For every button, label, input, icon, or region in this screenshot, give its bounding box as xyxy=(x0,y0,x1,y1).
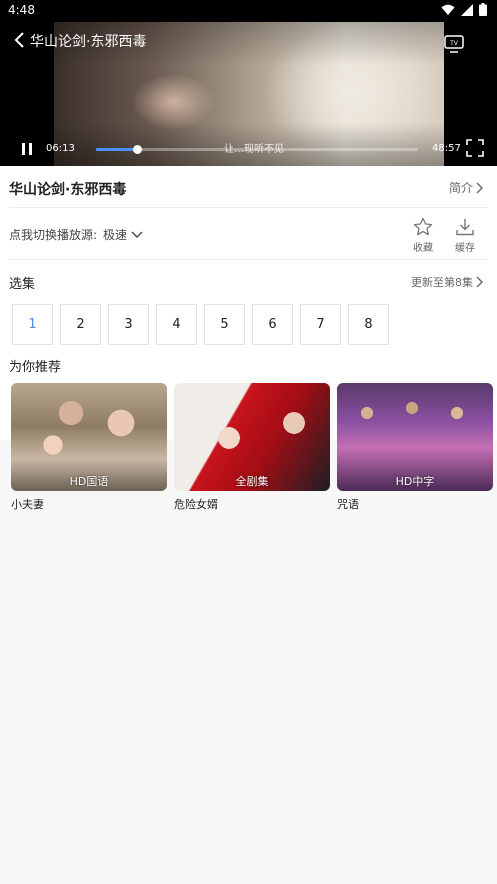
episode-button[interactable]: 6 xyxy=(252,304,293,345)
episode-button[interactable]: 2 xyxy=(60,304,101,345)
signal-icon xyxy=(461,3,473,16)
status-time: 4:48 xyxy=(8,3,35,17)
fullscreen-icon[interactable] xyxy=(466,139,484,157)
wifi-icon xyxy=(441,4,455,15)
total-time: 48:57 xyxy=(432,143,461,154)
status-icons xyxy=(441,3,487,16)
favorite-label: 收藏 xyxy=(413,243,433,254)
episodes-update-label: 更新至第8集 xyxy=(411,276,473,289)
episode-button[interactable]: 5 xyxy=(204,304,245,345)
recommend-card[interactable]: HD中字 咒语 xyxy=(337,383,493,512)
chevron-down-icon xyxy=(131,231,143,238)
tv-cast-icon[interactable]: TV xyxy=(444,35,464,53)
favorite-button[interactable]: 收藏 xyxy=(405,217,441,254)
recommend-title: 为你推荐 xyxy=(9,360,62,375)
chevron-right-icon xyxy=(476,182,483,193)
poster-badge: 全剧集 xyxy=(235,475,269,488)
recommend-card[interactable]: 全剧集 危险女婿 xyxy=(174,383,330,512)
svg-text:TV: TV xyxy=(449,40,459,47)
source-value: 极速 xyxy=(103,228,128,242)
status-bar: 4:48 xyxy=(0,0,497,22)
source-selector[interactable]: 极速 xyxy=(103,226,143,243)
title-row: 华山论剑·东邪西毒 简介 xyxy=(9,166,488,208)
poster-image[interactable]: 全剧集 xyxy=(174,383,330,491)
show-title: 华山论剑·东邪西毒 xyxy=(9,182,127,198)
intro-label: 简介 xyxy=(448,181,473,195)
episodes-header: 选集 更新至第8集 xyxy=(9,260,488,304)
episode-grid: 12345678 xyxy=(9,304,488,356)
download-button[interactable]: 缓存 xyxy=(447,217,483,254)
episode-button[interactable]: 1 xyxy=(12,304,53,345)
progress-thumb[interactable] xyxy=(132,145,142,154)
recommend-card[interactable]: HD国语 小夫妻 xyxy=(11,383,167,512)
recommend-name: 危险女婿 xyxy=(174,498,218,511)
video-player[interactable]: 华山论剑·东邪西毒 TV 06:13 让…现听不见 48:57 xyxy=(0,22,497,166)
current-time: 06:13 xyxy=(46,143,75,154)
poster-image[interactable]: HD国语 xyxy=(11,383,167,491)
poster-badge: HD国语 xyxy=(69,475,109,488)
download-icon xyxy=(456,219,474,236)
episode-button[interactable]: 4 xyxy=(156,304,197,345)
source-label: 点我切换播放源: xyxy=(9,228,98,242)
back-arrow-icon[interactable] xyxy=(12,31,30,49)
source-row: 点我切换播放源: 极速 收藏 缓存 xyxy=(9,208,488,260)
recommend-name: 小夫妻 xyxy=(11,498,44,511)
pause-icon[interactable] xyxy=(20,142,34,156)
episode-button[interactable]: 3 xyxy=(108,304,149,345)
poster-badge: HD中字 xyxy=(395,475,435,488)
battery-icon xyxy=(479,3,487,16)
intro-button[interactable]: 简介 xyxy=(449,179,484,196)
subtitle-text: 让…现听不见 xyxy=(224,144,284,155)
download-label: 缓存 xyxy=(455,243,475,254)
player-title: 华山论剑·东邪西毒 xyxy=(30,34,147,50)
episode-button[interactable]: 7 xyxy=(300,304,341,345)
chevron-right-icon xyxy=(476,276,483,288)
star-icon xyxy=(413,217,433,236)
poster-image[interactable]: HD中字 xyxy=(337,383,493,491)
episodes-update-button[interactable]: 更新至第8集 xyxy=(411,274,484,290)
episodes-title: 选集 xyxy=(9,277,36,292)
episode-button[interactable]: 8 xyxy=(348,304,389,345)
progress-fill xyxy=(96,148,137,151)
recommend-name: 咒语 xyxy=(337,498,359,511)
